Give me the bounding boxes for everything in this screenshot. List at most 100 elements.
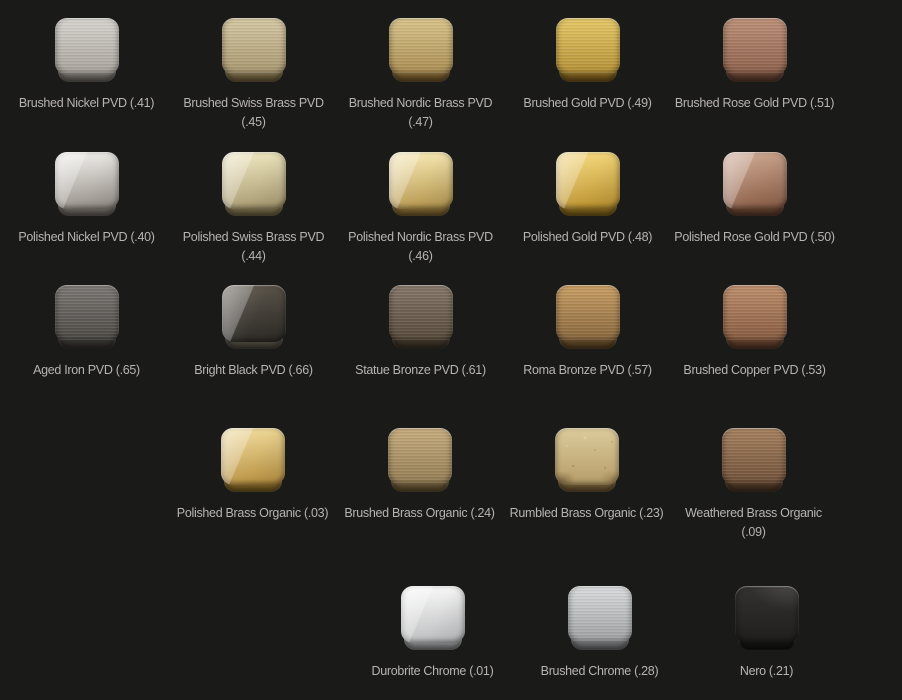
swatch-face [389,18,453,75]
finish-label: Aged Iron PVD (.65) [33,361,140,380]
swatch-gloss [735,586,799,643]
finish-option[interactable]: Polished Rose Gold PVD (.50) [671,152,838,266]
finish-grid: Brushed Nickel PVD (.41) Brushed Swiss Br… [0,0,902,700]
finish-label: Brushed Nickel PVD (.41) [19,94,154,113]
swatch-face [55,18,119,75]
finish-option[interactable]: Brushed Nordic Brass PVD (.47) [337,18,504,132]
finish-row: Aged Iron PVD (.65) Bright Black PVD (.66… [3,285,838,380]
finish-swatch[interactable] [556,152,620,216]
finish-option[interactable]: Durobrite Chrome (.01) [349,586,516,681]
finish-label: Polished Gold PVD (.48) [523,228,652,247]
finish-option[interactable]: Brushed Rose Gold PVD (.51) [671,18,838,132]
finish-row: Durobrite Chrome (.01) Brushed Chrome (.2… [349,586,850,681]
swatch-gloss [556,285,620,342]
swatch-face [556,285,620,342]
swatch-gloss [389,285,453,342]
finish-swatch[interactable] [222,152,286,216]
finish-row: Brushed Nickel PVD (.41) Brushed Swiss Br… [3,18,838,132]
swatch-face [55,152,119,209]
swatch-face [735,586,799,643]
swatch-gloss [55,18,119,75]
finish-swatch[interactable] [389,152,453,216]
swatch-gloss [722,428,786,485]
finish-swatch[interactable] [222,18,286,82]
swatch-gloss [389,18,453,75]
finish-label: Brushed Nordic Brass PVD (.47) [339,94,503,132]
finish-option[interactable]: Polished Swiss Brass PVD (.44) [170,152,337,266]
finish-swatch[interactable] [222,285,286,349]
swatch-gloss [555,428,619,485]
finish-swatch[interactable] [55,18,119,82]
finish-label: Brushed Copper PVD (.53) [683,361,825,380]
finish-label: Polished Brass Organic (.03) [177,504,328,523]
swatch-gloss [723,152,787,209]
finish-option[interactable]: Nero (.21) [683,586,850,681]
finish-option[interactable]: Polished Nordic Brass PVD (.46) [337,152,504,266]
finish-option[interactable]: Statue Bronze PVD (.61) [337,285,504,380]
finish-swatch[interactable] [55,285,119,349]
finish-swatch[interactable] [735,586,799,650]
swatch-face [389,285,453,342]
finish-label: Polished Rose Gold PVD (.50) [674,228,834,247]
swatch-gloss [222,152,286,209]
swatch-face [723,152,787,209]
finish-option[interactable]: Brushed Nickel PVD (.41) [3,18,170,132]
finish-option[interactable]: Polished Brass Organic (.03) [169,428,336,542]
finish-label: Rumbled Brass Organic (.23) [510,504,664,523]
finish-option[interactable]: Brushed Copper PVD (.53) [671,285,838,380]
finish-label: Brushed Chrome (.28) [541,662,659,681]
finish-option[interactable]: Weathered Brass Organic (.09) [670,428,837,542]
swatch-gloss [55,152,119,209]
swatch-gloss [222,285,286,342]
finish-label: Statue Bronze PVD (.61) [355,361,486,380]
finish-option[interactable]: Brushed Swiss Brass PVD (.45) [170,18,337,132]
finish-option[interactable]: Polished Gold PVD (.48) [504,152,671,266]
swatch-face [389,152,453,209]
swatch-face [723,18,787,75]
swatch-gloss [222,18,286,75]
finish-option[interactable]: Brushed Brass Organic (.24) [336,428,503,542]
finish-swatch[interactable] [389,18,453,82]
finish-swatch[interactable] [723,18,787,82]
finish-swatch[interactable] [555,428,619,492]
finish-option[interactable]: Polished Nickel PVD (.40) [3,152,170,266]
finish-swatch[interactable] [401,586,465,650]
swatch-gloss [556,152,620,209]
swatch-face [556,18,620,75]
swatch-gloss [723,285,787,342]
swatch-face [222,18,286,75]
finish-label: Brushed Brass Organic (.24) [344,504,494,523]
swatch-face [723,285,787,342]
swatch-gloss [388,428,452,485]
swatch-face [221,428,285,485]
finish-option[interactable]: Bright Black PVD (.66) [170,285,337,380]
finish-swatch[interactable] [723,152,787,216]
finish-option[interactable]: Brushed Gold PVD (.49) [504,18,671,132]
finish-row: Polished Nickel PVD (.40) Polished Swiss … [3,152,838,266]
finish-label: Durobrite Chrome (.01) [372,662,494,681]
swatch-face [55,285,119,342]
finish-label: Brushed Gold PVD (.49) [523,94,651,113]
finish-label: Polished Nickel PVD (.40) [18,228,154,247]
finish-swatch[interactable] [556,18,620,82]
finish-label: Brushed Swiss Brass PVD (.45) [172,94,336,132]
finish-swatch[interactable] [55,152,119,216]
finish-swatch[interactable] [556,285,620,349]
swatch-face [222,285,286,342]
swatch-face [401,586,465,643]
finish-swatch[interactable] [722,428,786,492]
finish-option[interactable]: Roma Bronze PVD (.57) [504,285,671,380]
finish-swatch[interactable] [568,586,632,650]
finish-swatch[interactable] [221,428,285,492]
swatch-face [568,586,632,643]
swatch-gloss [221,428,285,485]
finish-option[interactable]: Brushed Chrome (.28) [516,586,683,681]
swatch-gloss [55,285,119,342]
finish-option[interactable]: Rumbled Brass Organic (.23) [503,428,670,542]
finish-label: Bright Black PVD (.66) [194,361,312,380]
finish-swatch[interactable] [388,428,452,492]
finish-label: Roma Bronze PVD (.57) [523,361,651,380]
finish-swatch[interactable] [723,285,787,349]
finish-swatch[interactable] [389,285,453,349]
finish-option[interactable]: Aged Iron PVD (.65) [3,285,170,380]
